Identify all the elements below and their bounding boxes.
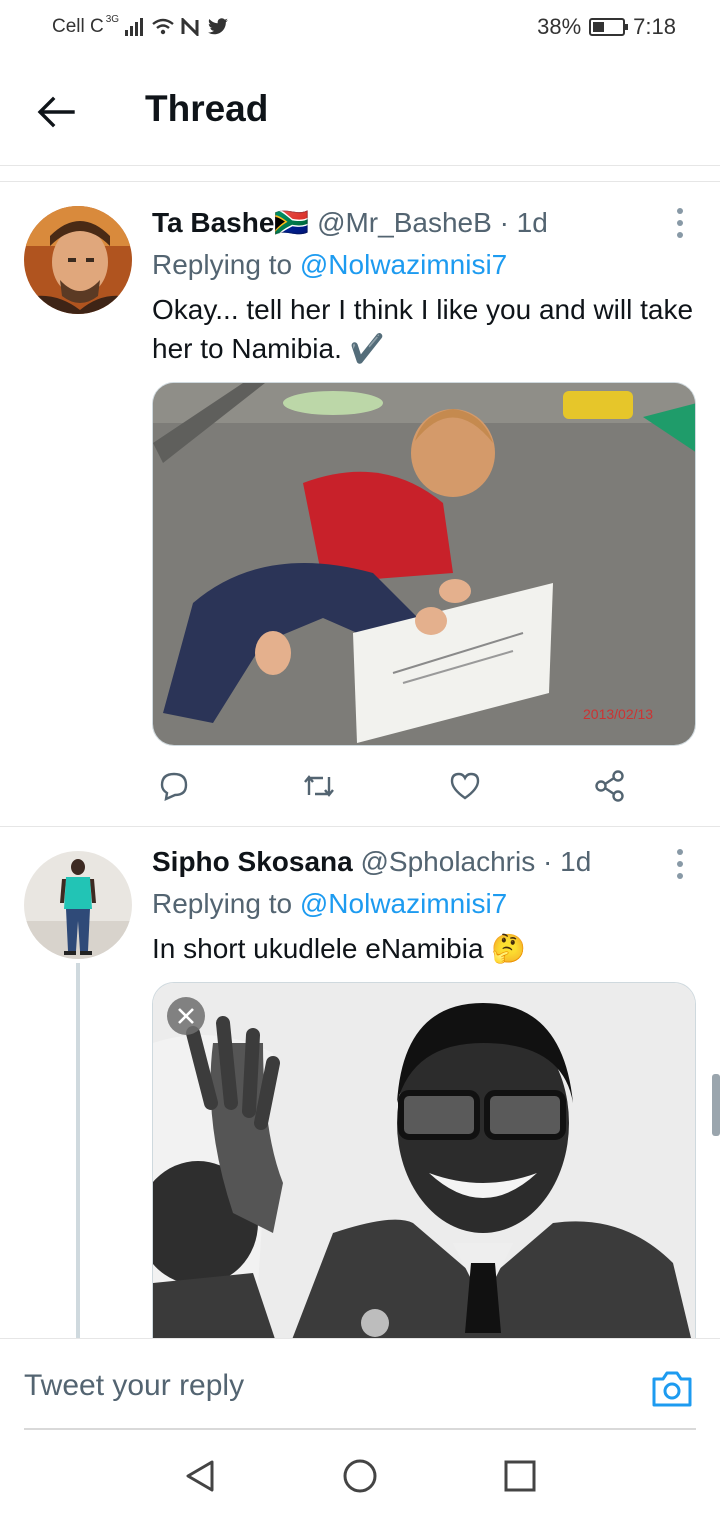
avatar-image [24, 851, 132, 959]
replying-to: Replying to @Nolwazimnisi7 [152, 887, 696, 921]
avatar[interactable] [24, 851, 132, 959]
user-handle[interactable]: @Mr_BasheB [317, 207, 492, 238]
user-handle[interactable]: @Spholachris [361, 846, 536, 877]
system-nav-bar [0, 1430, 720, 1520]
scrollbar-thumb[interactable] [712, 1074, 720, 1136]
tweet-time: · 1d [499, 207, 548, 238]
nav-home-button[interactable] [342, 1458, 382, 1498]
tweet[interactable]: Sipho Skosana @Spholachris · 1d Replying… [0, 827, 720, 1362]
reply-composer: Tweet your reply [0, 1338, 720, 1430]
laughing-man-photo [153, 983, 695, 1362]
retweet-button[interactable] [297, 764, 341, 808]
tweet-body: Ta Bashe🇿🇦 @Mr_BasheB · 1d Replying to @… [152, 206, 696, 368]
arrow-left-icon [37, 96, 75, 128]
nfc-icon [181, 18, 199, 36]
mention-link[interactable]: @Nolwazimnisi7 [300, 888, 507, 919]
tweet-media[interactable]: 2013/02/13 [152, 382, 696, 746]
tweet-body: Sipho Skosana @Spholachris · 1d Replying… [152, 845, 696, 968]
like-icon [450, 772, 479, 800]
network-type: 3G [105, 13, 120, 25]
thread-header: Thread [0, 56, 720, 166]
back-button[interactable] [30, 86, 82, 138]
share-button[interactable] [588, 764, 632, 808]
home-circle-icon [343, 1459, 377, 1493]
battery-fill [593, 22, 605, 32]
recents-square-icon [504, 1460, 536, 1492]
tweet-header: Ta Bashe🇿🇦 @Mr_BasheB · 1d [152, 206, 696, 240]
tweet-actions [152, 764, 632, 808]
camera-button[interactable] [650, 1369, 694, 1413]
page-title: Thread [145, 88, 269, 129]
status-left: Cell C 3G [52, 13, 229, 38]
share-icon [595, 770, 624, 802]
reply-icon [160, 772, 188, 801]
close-icon [178, 1008, 194, 1024]
tweet-text: In short ukudlele eNamibia 🤔 [152, 933, 527, 964]
tweet-text: Okay... tell her I think I like you and … [152, 294, 694, 364]
tweet[interactable]: Ta Bashe🇿🇦 @Mr_BasheB · 1d Replying to @… [0, 182, 720, 827]
avatar-image [24, 206, 132, 314]
nav-recents-button[interactable] [502, 1458, 542, 1498]
clock: 7:18 [633, 14, 676, 39]
camera-icon [652, 1371, 692, 1407]
carrier-label: Cell C [52, 16, 104, 37]
reply-button[interactable] [152, 764, 196, 808]
display-name[interactable]: Ta Bashe🇿🇦 [152, 207, 309, 238]
battery-icon [589, 18, 629, 36]
mention-link[interactable]: @Nolwazimnisi7 [300, 249, 507, 280]
replying-prefix: Replying to [152, 249, 300, 280]
signal-icon [125, 18, 144, 36]
like-button[interactable] [443, 764, 487, 808]
twitter-bird-icon [208, 18, 228, 35]
wifi-icon [152, 18, 174, 35]
tweet-header: Sipho Skosana @Spholachris · 1d [152, 845, 696, 879]
battery-percent: 38% [537, 14, 582, 39]
baby-drawing-photo: 2013/02/13 [153, 383, 695, 745]
more-options-icon[interactable] [674, 849, 686, 879]
reply-input[interactable]: Tweet your reply [24, 1369, 244, 1403]
more-options-icon[interactable] [674, 208, 686, 238]
photo-date-stamp: 2013/02/13 [583, 706, 653, 722]
back-triangle-icon [186, 1460, 214, 1492]
status-bar: Cell C 3G 38% 7:18 [0, 0, 720, 56]
retweet-icon [304, 775, 335, 797]
thread-connector-line [76, 963, 80, 1338]
replying-prefix: Replying to [152, 888, 300, 919]
close-media-button[interactable] [167, 997, 205, 1035]
display-name[interactable]: Sipho Skosana [152, 846, 353, 877]
nav-back-button[interactable] [182, 1458, 222, 1498]
tweet-time: · 1d [543, 846, 592, 877]
tweet-media[interactable] [152, 982, 696, 1362]
avatar[interactable] [24, 206, 132, 314]
status-right: 38% 7:18 [537, 14, 676, 40]
replying-to: Replying to @Nolwazimnisi7 [152, 248, 696, 282]
